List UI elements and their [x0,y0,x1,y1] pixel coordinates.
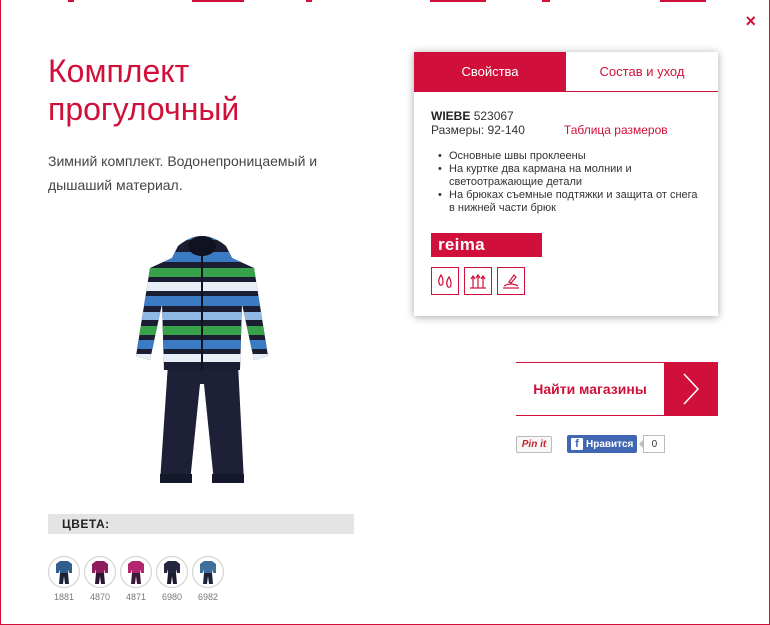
reima-logo: reima [431,233,542,257]
pinterest-button[interactable]: Pin it [516,435,552,453]
swatch-thumbnail [192,556,224,588]
care-icons [431,267,701,295]
color-swatch[interactable]: 4871 [120,556,152,602]
list-item: Основные швы проклеены [431,150,701,163]
breathable-icon [464,267,492,295]
water-drops-icon [431,267,459,295]
facebook-like-count: 0 [639,435,666,453]
color-swatch[interactable]: 6982 [192,556,224,602]
social-buttons: Pin it f Нравится 0 [516,435,666,453]
swatch-code: 6982 [197,592,219,602]
swatch-thumbnail [48,556,80,588]
colors-heading: ЦВЕТА: [48,514,354,534]
facebook-icon: f [571,438,583,450]
close-button[interactable]: × [745,12,756,30]
swatch-thumbnail [156,556,188,588]
chevron-right-icon [664,362,718,416]
swatch-code: 6980 [161,592,183,602]
swatch-code: 1881 [53,592,75,602]
snow-protection-icon [497,267,525,295]
top-decoration [0,0,770,3]
swatch-thumbnail [120,556,152,588]
product-title: Комплект прогулочный [48,53,240,127]
size-chart-link[interactable]: Таблица размеров [564,123,668,137]
product-details-panel: Свойства Состав и уход WIEBE 523067 Разм… [414,52,718,316]
model-name: WIEBE [431,109,471,123]
find-stores-button[interactable]: Найти магазины [516,362,718,416]
sizes-label: Размеры: 92-140 [431,123,525,137]
model-code: 523067 [473,109,514,123]
swatch-thumbnail [84,556,116,588]
details-tabs: Свойства Состав и уход [414,52,718,92]
color-swatch[interactable]: 1881 [48,556,80,602]
model-line: WIEBE 523067 [431,110,701,123]
product-description: Зимний комплект. Водонепроницаемый и дыш… [48,153,318,193]
list-item: На брюках съемные подтяжки и защита от с… [431,189,701,215]
color-swatches: 1881 4870 4871 6980 6982 [48,556,224,602]
color-swatch[interactable]: 4870 [84,556,116,602]
swatch-code: 4870 [89,592,111,602]
product-image [130,224,275,488]
color-swatch[interactable]: 6980 [156,556,188,602]
tab-composition-care[interactable]: Состав и уход [566,52,718,91]
list-item: На куртке два кармана на молнии и светоо… [431,163,701,189]
feature-list: Основные швы проклеены На куртке два кар… [431,150,701,215]
facebook-like-button[interactable]: f Нравится [567,435,638,453]
swatch-code: 4871 [125,592,147,602]
tab-properties[interactable]: Свойства [414,52,566,91]
facebook-like-label: Нравится [586,438,634,450]
find-stores-label: Найти магазины [533,381,647,397]
